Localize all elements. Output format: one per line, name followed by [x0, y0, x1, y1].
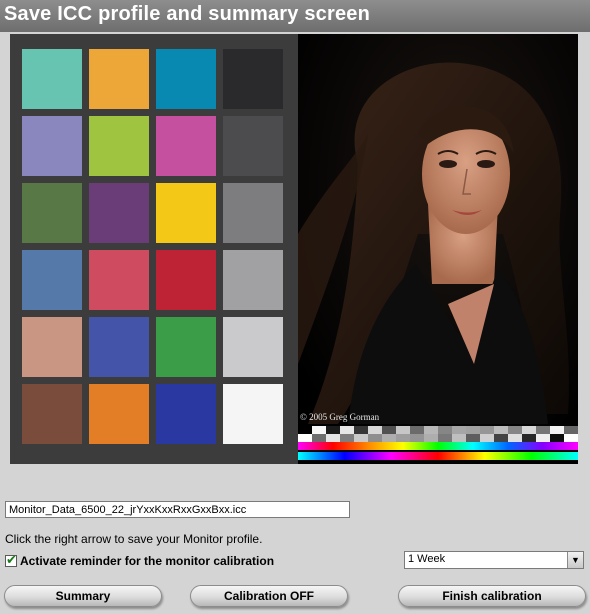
gray-step: [480, 434, 494, 442]
gray-step: [424, 426, 438, 434]
gray-step: [564, 434, 578, 442]
color-patch: [223, 317, 283, 377]
gray-step: [382, 426, 396, 434]
gray-step: [340, 426, 354, 434]
gray-step: [438, 434, 452, 442]
spectrum-strip: [298, 442, 578, 450]
gray-step: [452, 426, 466, 434]
color-checker-chart: [10, 34, 298, 464]
color-patch: [156, 250, 216, 310]
color-patch: [223, 183, 283, 243]
gray-step: [536, 426, 550, 434]
grayscale-strip-top: [298, 426, 578, 434]
color-patch: [89, 116, 149, 176]
summary-button[interactable]: Summary: [4, 585, 162, 607]
color-patch: [156, 384, 216, 444]
color-patch: [156, 116, 216, 176]
gray-step: [312, 426, 326, 434]
gray-step: [298, 434, 312, 442]
gray-step: [410, 426, 424, 434]
calibration-off-button[interactable]: Calibration OFF: [190, 585, 348, 607]
gray-step: [508, 426, 522, 434]
color-patch: [22, 384, 82, 444]
gray-step: [508, 434, 522, 442]
gray-step: [410, 434, 424, 442]
gray-step: [340, 434, 354, 442]
profile-filename-field[interactable]: Monitor_Data_6500_22_jrYxxKxxRxxGxxBxx.i…: [5, 501, 350, 518]
calibration-strips: [298, 426, 578, 464]
color-patch: [22, 250, 82, 310]
preview-frame: © 2005 Greg Gorman: [10, 34, 578, 464]
color-patch: [156, 49, 216, 109]
gray-step: [452, 434, 466, 442]
gray-step: [298, 426, 312, 434]
gray-step: [466, 434, 480, 442]
color-patch: [223, 250, 283, 310]
gray-step: [438, 426, 452, 434]
gray-step: [494, 434, 508, 442]
color-patch: [223, 116, 283, 176]
color-patch: [22, 183, 82, 243]
color-patch: [223, 49, 283, 109]
chevron-down-icon[interactable]: ▼: [567, 552, 583, 568]
gray-step: [326, 434, 340, 442]
gray-step: [564, 426, 578, 434]
color-patch: [22, 116, 82, 176]
reference-photo: © 2005 Greg Gorman: [298, 34, 578, 464]
finish-calibration-button[interactable]: Finish calibration: [398, 585, 586, 607]
gray-step: [382, 434, 396, 442]
gray-step: [396, 426, 410, 434]
color-patch: [22, 49, 82, 109]
gray-step: [466, 426, 480, 434]
color-patch: [89, 250, 149, 310]
gray-step: [396, 434, 410, 442]
gray-step: [368, 434, 382, 442]
color-patch: [89, 183, 149, 243]
gray-step: [550, 434, 564, 442]
color-patch: [156, 317, 216, 377]
color-patch: [223, 384, 283, 444]
reminder-label: Activate reminder for the monitor calibr…: [20, 554, 275, 568]
photo-credit: © 2005 Greg Gorman: [300, 412, 380, 422]
checkmark-icon: ✔: [6, 552, 17, 567]
gray-step: [354, 434, 368, 442]
gray-step: [354, 426, 368, 434]
portrait-image: [298, 34, 578, 464]
spectrum-strip-secondary: [298, 452, 578, 460]
color-patch: [156, 183, 216, 243]
gray-step: [522, 426, 536, 434]
color-patch: [89, 384, 149, 444]
gray-step: [522, 434, 536, 442]
grayscale-strip-bottom: [298, 434, 578, 442]
gray-step: [326, 426, 340, 434]
gray-step: [550, 426, 564, 434]
gray-step: [480, 426, 494, 434]
reminder-interval-value: 1 Week: [408, 553, 446, 565]
reminder-row: ✔ Activate reminder for the monitor cali…: [5, 552, 275, 569]
gray-step: [536, 434, 550, 442]
gray-step: [368, 426, 382, 434]
color-patch: [89, 317, 149, 377]
reminder-checkbox[interactable]: ✔: [5, 552, 17, 567]
color-patch: [22, 317, 82, 377]
color-patch: [89, 49, 149, 109]
page-title: Save ICC profile and summary screen: [4, 3, 371, 25]
reminder-interval-select[interactable]: 1 Week ▼: [404, 551, 584, 569]
gray-step: [312, 434, 326, 442]
gray-step: [424, 434, 438, 442]
title-bar: Save ICC profile and summary screen: [0, 0, 590, 32]
gray-step: [494, 426, 508, 434]
save-hint-text: Click the right arrow to save your Monit…: [5, 532, 263, 546]
